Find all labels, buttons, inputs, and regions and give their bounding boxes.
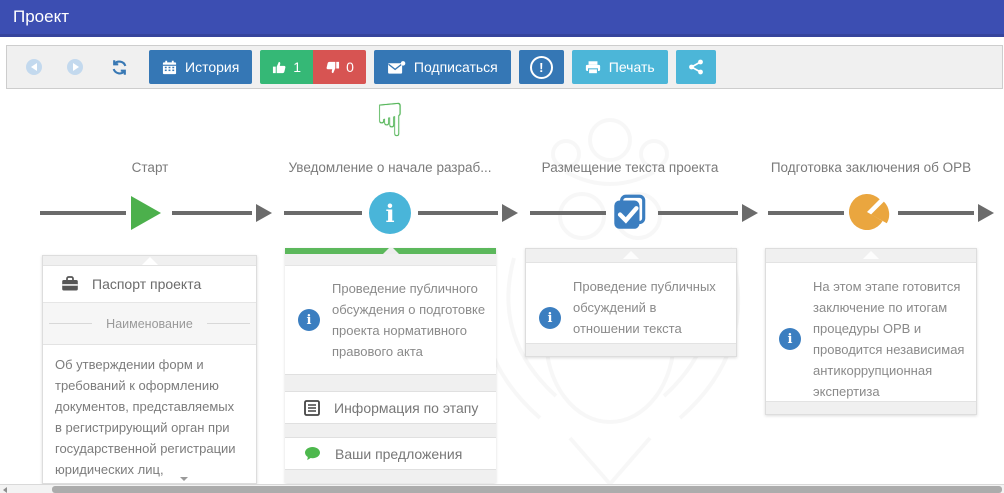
- card-notch: [141, 257, 158, 265]
- back-button[interactable]: [26, 59, 42, 75]
- info-circle-icon: i: [779, 328, 801, 350]
- like-button[interactable]: 1: [260, 50, 314, 84]
- card-bottom-strip: [766, 401, 976, 414]
- info-circle-icon: i: [539, 307, 561, 329]
- share-icon: [688, 59, 703, 75]
- stage-label-text-placement: Размещение текста проекта: [541, 160, 719, 175]
- stage-description-block: i Проведение публичного обсуждения о под…: [285, 265, 496, 375]
- divider-line: [206, 323, 250, 324]
- stage-label-notification: Уведомление о начале разраб...: [288, 160, 492, 175]
- alert-button[interactable]: !: [518, 50, 564, 84]
- timeline-line: [172, 211, 252, 215]
- card-notch: [623, 251, 639, 259]
- toolbar: История 1 0 Подписаться ! Печать: [6, 45, 1003, 89]
- subscribe-button[interactable]: Подписаться: [373, 50, 511, 84]
- passport-card: Паспорт проекта Наименование Об утвержде…: [42, 255, 257, 484]
- envelope-icon: [387, 60, 406, 74]
- stage-description: Проведение публичного обсуждения о подго…: [332, 281, 486, 359]
- orv-stage-card: i На этом этапе готовится заключение по …: [765, 248, 977, 415]
- dislike-count: 0: [346, 59, 354, 75]
- page-header: Проект: [0, 0, 1004, 37]
- timeline-line: [658, 211, 738, 215]
- vote-group: 1 0: [260, 50, 366, 84]
- card-bottom-strip: [526, 343, 736, 356]
- card-gap: [285, 375, 496, 392]
- stage-info-button[interactable]: Информация по этапу: [285, 392, 496, 424]
- proposals-label: Ваши предложения: [335, 445, 463, 462]
- timeline-line: [284, 211, 362, 215]
- card-top-strip: [43, 256, 256, 266]
- info-icon: i: [385, 198, 395, 228]
- horizontal-scrollbar[interactable]: [0, 484, 1004, 493]
- passport-section-header: Наименование: [43, 303, 256, 345]
- pie-chart-icon: [848, 194, 890, 231]
- stage-description: На этом этапе готовится заключение по ит…: [813, 279, 965, 399]
- stage-label-start: Старт: [131, 160, 169, 175]
- thumb-up-icon: [273, 61, 286, 73]
- card-gap: [285, 470, 496, 483]
- list-icon: [304, 399, 320, 416]
- subscribe-button-label: Подписаться: [413, 59, 498, 75]
- card-gap: [285, 424, 496, 438]
- card-top-strip: [766, 249, 976, 263]
- timeline-line: [768, 211, 844, 215]
- stage-notification-marker[interactable]: i: [369, 192, 411, 234]
- doc-check-icon: [614, 194, 646, 229]
- refresh-button[interactable]: [111, 59, 128, 76]
- notification-stage-card: i Проведение публичного обсуждения о под…: [285, 248, 496, 483]
- thumb-down-icon: [326, 61, 340, 73]
- share-button[interactable]: [675, 50, 716, 84]
- card-top-strip: [526, 249, 736, 263]
- passport-title: Паспорт проекта: [92, 276, 202, 292]
- arrow-right-icon: [72, 63, 79, 71]
- printer-icon: [585, 60, 600, 74]
- proposals-button[interactable]: Ваши предложения: [285, 438, 496, 470]
- hand-point-down-icon: ☟: [375, 93, 404, 147]
- print-button-label: Печать: [608, 59, 655, 75]
- timeline-arrow-icon: [256, 204, 272, 222]
- history-button-label: История: [185, 59, 240, 75]
- timeline-line: [40, 211, 126, 215]
- exclamation-icon: !: [529, 55, 553, 79]
- card-notch: [863, 251, 879, 259]
- stage-info-label: Информация по этапу: [334, 399, 479, 416]
- timeline-line: [418, 211, 498, 215]
- calendar-icon: [162, 60, 177, 74]
- text-stage-card: i Проведение публичных обсуждений в отно…: [525, 248, 737, 357]
- print-button[interactable]: Печать: [571, 50, 668, 84]
- passport-header[interactable]: Паспорт проекта: [43, 266, 256, 303]
- passport-section-label: Наименование: [106, 316, 193, 331]
- forward-button[interactable]: [67, 59, 83, 75]
- info-circle-icon: i: [298, 309, 320, 331]
- page-title: Проект: [13, 7, 69, 26]
- scrollbar-thumb[interactable]: [52, 486, 1002, 493]
- dislike-button[interactable]: 0: [313, 50, 366, 84]
- timeline-arrow-icon: [502, 204, 518, 222]
- timeline-line: [530, 211, 606, 215]
- stage-label-orv: Подготовка заключения об ОРВ: [770, 160, 972, 175]
- divider-line: [49, 323, 93, 324]
- scrollbar-left-arrow[interactable]: [3, 487, 7, 493]
- active-stage-top-bar: [285, 248, 496, 254]
- chevron-down-icon: [179, 477, 188, 481]
- stage-text-marker[interactable]: [608, 191, 650, 233]
- refresh-icon: [112, 59, 127, 75]
- speech-bubble-icon: [305, 446, 320, 461]
- stage-description-block: i На этом этапе готовится заключение по …: [766, 263, 976, 414]
- history-button[interactable]: История: [149, 50, 253, 84]
- arrow-left-icon: [30, 63, 37, 71]
- timeline-line: [898, 211, 974, 215]
- card-strip: [285, 254, 496, 265]
- stage-orv-marker[interactable]: [847, 190, 893, 236]
- timeline-arrow-icon: [742, 204, 758, 222]
- passport-text: Об утверждении форм и требований к оформ…: [55, 357, 236, 477]
- stage-start-marker[interactable]: [131, 196, 161, 230]
- app-window: Проект История 1 0 Подписаться ! Печать …: [0, 0, 1004, 493]
- card-notch: [382, 248, 399, 254]
- briefcase-icon: [62, 276, 78, 291]
- timeline-arrow-icon: [978, 204, 994, 222]
- like-count: 1: [293, 59, 302, 75]
